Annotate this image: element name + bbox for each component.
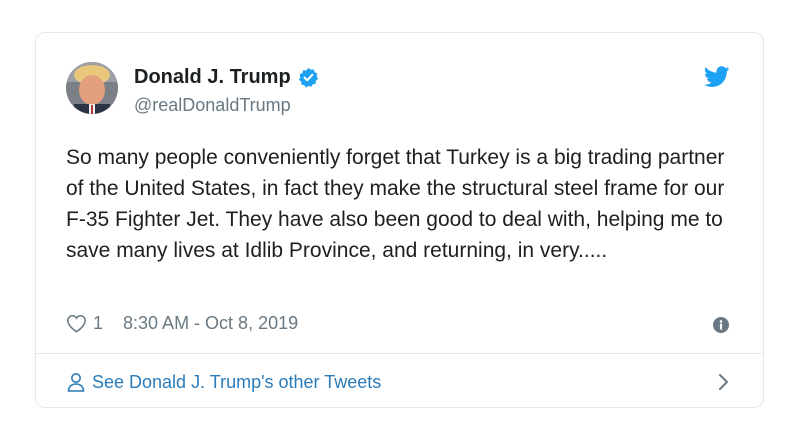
author-row[interactable]: Donald J. Trump: [134, 65, 319, 89]
author-name[interactable]: Donald J. Trump: [134, 65, 291, 89]
chevron-right-icon[interactable]: [717, 373, 729, 391]
tweet-meta: 1 8:30 AM - Oct 8, 2019: [66, 312, 298, 334]
person-icon: [66, 372, 86, 392]
heart-icon[interactable]: [66, 314, 87, 333]
like-count[interactable]: 1: [93, 312, 103, 334]
author-handle[interactable]: @realDonaldTrump: [134, 94, 291, 116]
avatar[interactable]: [66, 62, 118, 114]
tweet-text: So many people conveniently forget that …: [66, 146, 725, 262]
see-other-tweets-link[interactable]: See Donald J. Trump's other Tweets: [36, 354, 763, 407]
twitter-bird-icon[interactable]: [703, 66, 730, 88]
verified-badge-icon: [298, 67, 319, 88]
see-other-tweets-label[interactable]: See Donald J. Trump's other Tweets: [92, 371, 381, 393]
info-icon[interactable]: [713, 317, 729, 333]
tweet-timestamp[interactable]: 8:30 AM - Oct 8, 2019: [123, 312, 298, 334]
tweet-card: Donald J. Trump @realDonaldTrump So many…: [35, 32, 764, 408]
